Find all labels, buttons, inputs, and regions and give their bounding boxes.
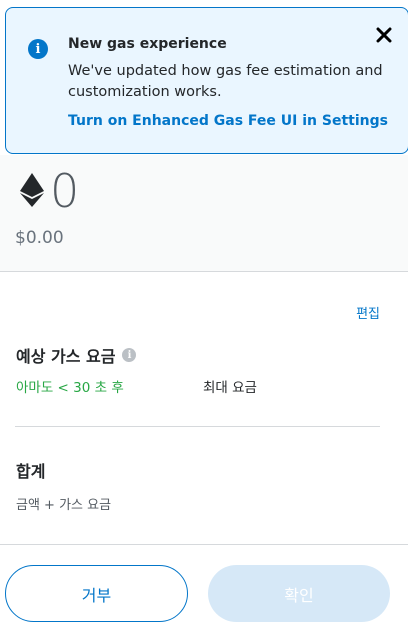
max-fee-label: 최대 요금	[203, 380, 257, 396]
ethereum-icon	[20, 173, 44, 211]
estimated-gas-fee-heading: 예상 가스 요금 i	[16, 343, 137, 367]
eth-amount: 0	[50, 164, 80, 218]
divider	[15, 426, 380, 427]
fiat-amount: $0.00	[15, 228, 64, 248]
info-icon: i	[28, 39, 48, 59]
confirm-button[interactable]: 확인	[208, 565, 390, 622]
banner-body: We've updated how gas fee estimation and…	[68, 63, 383, 100]
footer-divider	[0, 544, 408, 545]
enable-enhanced-gas-link[interactable]: Turn on Enhanced Gas Fee UI in Settings	[68, 113, 388, 129]
banner-title: New gas experience	[68, 36, 227, 52]
gas-timing-estimate: 아마도 < 30 초 후	[16, 380, 124, 396]
edit-gas-button[interactable]: 편집	[356, 303, 380, 322]
close-icon[interactable]	[372, 23, 396, 47]
transaction-amount: 0 $0.00	[0, 155, 408, 272]
info-icon[interactable]: i	[122, 348, 137, 362]
total-subtitle: 금액 + 가스 요금	[16, 498, 112, 513]
gas-experience-banner: i New gas experience We've updated how g…	[5, 7, 408, 154]
reject-button[interactable]: 거부	[5, 565, 188, 622]
total-heading: 합계	[16, 462, 46, 481]
estimated-gas-fee-label: 예상 가스 요금	[16, 347, 116, 366]
